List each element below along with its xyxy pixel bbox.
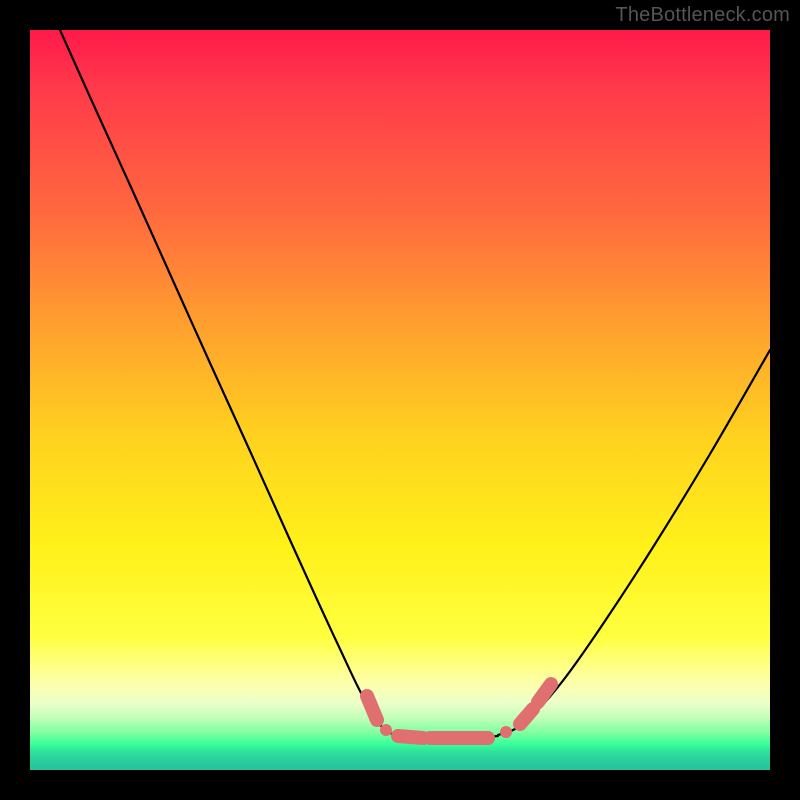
attribution-text: TheBottleneck.com [615,4,790,27]
curves-group [60,30,770,738]
series-right-curve [498,350,770,735]
marker-pill-4 [520,709,533,724]
curve-layer [30,30,770,770]
marker-pill-1 [367,696,377,720]
marker-dot-2 [500,726,512,738]
marker-pill-2 [398,736,423,738]
series-left-curve [60,30,403,735]
markers-group [367,684,551,738]
marker-dot-1 [380,724,392,736]
plot-area [30,30,770,770]
chart-frame: TheBottleneck.com [0,0,800,800]
